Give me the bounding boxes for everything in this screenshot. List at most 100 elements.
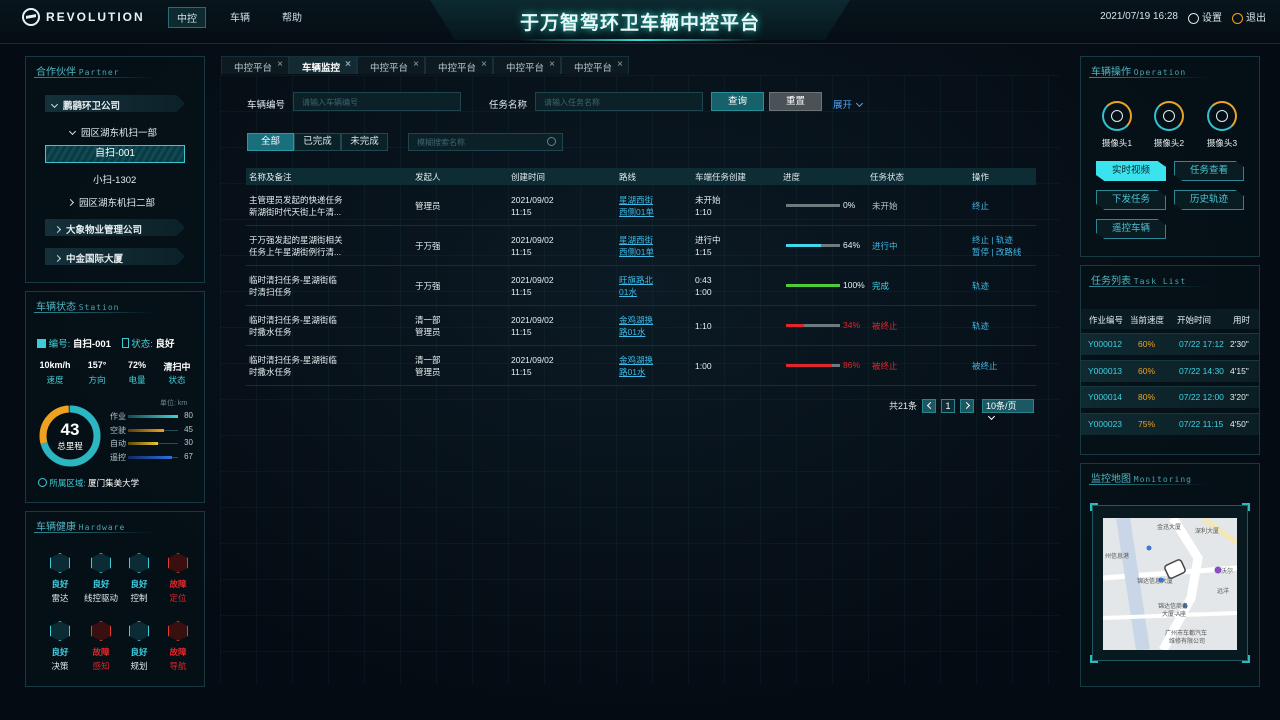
logout-label: 退出 — [1246, 13, 1266, 24]
page-size-select[interactable]: 10条/页 — [982, 399, 1034, 421]
cell-create-line: 进行中 — [695, 235, 721, 245]
close-icon[interactable]: × — [277, 59, 283, 70]
task-view-button[interactable]: 任务查看 — [1174, 161, 1244, 181]
tree-node-dept1[interactable]: 园区湖东机扫一部 — [68, 125, 157, 139]
close-icon[interactable]: × — [413, 59, 419, 70]
camera-1-button[interactable] — [1102, 101, 1132, 131]
filter-all[interactable]: 全部 — [247, 133, 294, 151]
route-link-line[interactable]: 路01水 — [619, 366, 653, 378]
filter-undone[interactable]: 未完成 — [341, 133, 388, 151]
route-link-line[interactable]: 星湖西街 — [619, 234, 654, 246]
tree-node-selected[interactable]: 自扫-001 — [45, 145, 185, 163]
camera-2-button[interactable] — [1154, 101, 1184, 131]
tasklist-row[interactable]: Y000012 60% 07/22 17:12 2'30" — [1081, 333, 1259, 355]
action-link[interactable]: 终止 — [972, 200, 989, 212]
close-icon[interactable]: × — [481, 59, 487, 70]
cell-name: 临时清扫任务-星湖街临 时清扫任务 — [249, 274, 337, 298]
tab-control-1[interactable]: 中控平台 × — [221, 56, 289, 74]
search-icon[interactable] — [547, 137, 556, 146]
action-link[interactable]: 被终止 — [972, 360, 998, 372]
route-link-line[interactable]: 金鸡湖换 — [619, 354, 653, 366]
hardware-name: 定位 — [169, 593, 187, 603]
tasklist-row[interactable]: Y000023 75% 07/22 11:15 4'50" — [1081, 412, 1259, 435]
action-link[interactable]: 轨迹 — [972, 280, 989, 292]
cell-time-line: 2021/09/02 — [511, 235, 554, 245]
route-link[interactable]: 星湖西街 西侧01单 — [619, 234, 654, 258]
reset-button[interactable]: 重置 — [769, 92, 822, 111]
route-link-line[interactable]: 星湖西街 — [619, 194, 654, 206]
cell-time-line: 11:15 — [511, 207, 532, 217]
prev-page-button[interactable] — [922, 399, 936, 413]
tab-control-4[interactable]: 中控平台 × — [493, 56, 561, 74]
route-link-line[interactable]: 01水 — [619, 286, 653, 298]
settings-button[interactable]: 设置 — [1188, 9, 1222, 24]
tab-control-2[interactable]: 中控平台 × — [357, 56, 425, 74]
route-link[interactable]: 星湖西街 西侧01单 — [619, 194, 654, 218]
task-input[interactable]: 请输入任务名称 — [535, 92, 703, 111]
map-label: 维修有限公司 — [1169, 639, 1206, 645]
tasklist-row[interactable]: Y000014 80% 07/22 12:00 3'20" — [1081, 386, 1259, 408]
action-link[interactable]: 暂停 | 改路线 — [972, 246, 1021, 258]
logout-button[interactable]: 退出 — [1232, 9, 1266, 24]
tab-vehicle-monitor[interactable]: 车辆监控 × — [289, 56, 357, 74]
tree-node-dept2[interactable]: 园区湖东机扫二部 — [66, 195, 156, 209]
action-link[interactable]: 轨迹 — [972, 320, 989, 332]
camera-3-button[interactable] — [1207, 101, 1237, 131]
vehicle-input[interactable]: 请输入车辆编号 — [293, 92, 461, 111]
close-icon[interactable]: × — [549, 59, 555, 70]
title-banner: 于万智驾环卫车辆中控平台 — [430, 0, 850, 44]
task-speed: 75% — [1138, 418, 1156, 429]
progress-bar — [786, 204, 840, 207]
query-button[interactable]: 查询 — [711, 92, 764, 111]
tree-node-xiaosao[interactable]: 小扫-1302 — [93, 172, 136, 186]
station-panel: 车辆状态 Station — [25, 291, 205, 503]
action-link[interactable]: 终止 | 轨迹 — [972, 234, 1021, 246]
cell-owner-line: 清一部 — [415, 315, 441, 325]
tl-col-speed: 当前速度 — [1130, 315, 1165, 325]
route-link-line[interactable]: 西侧01单 — [619, 206, 654, 218]
progress-fill — [786, 324, 805, 327]
nav-control[interactable]: 中控 — [168, 7, 206, 28]
task-id: Y000012 — [1088, 339, 1123, 349]
dispatch-task-button[interactable]: 下发任务 — [1096, 190, 1166, 210]
route-link-line[interactable]: 金鸡湖换 — [619, 314, 653, 326]
search-input[interactable]: 模糊搜索名称 — [408, 133, 563, 151]
legend-value: 45 — [184, 425, 193, 434]
filter-done[interactable]: 已完成 — [294, 133, 341, 151]
live-video-button[interactable]: 实时视频 — [1096, 161, 1166, 181]
task-label: 任务名称 — [489, 100, 528, 111]
close-icon[interactable]: × — [617, 59, 623, 70]
map-label: 州信息港 — [1105, 554, 1130, 560]
tab-control-3[interactable]: 中控平台 × — [425, 56, 493, 74]
total-mileage: 43 — [60, 420, 80, 439]
tab-control-5[interactable]: 中控平台 × — [561, 56, 629, 74]
nav-vehicle[interactable]: 车辆 — [222, 7, 258, 28]
route-link[interactable]: 金鸡湖换 路01水 — [619, 314, 653, 338]
divider — [1089, 77, 1209, 78]
remote-control-button[interactable]: 遥控车辆 — [1096, 219, 1166, 239]
row-actions: 终止 | 轨迹 暂停 | 改路线 — [972, 234, 1021, 258]
route-link-line[interactable]: 旺旗路北 — [619, 274, 653, 286]
tree-label: 园区湖东机扫二部 — [79, 198, 156, 209]
page-number[interactable]: 1 — [941, 399, 955, 413]
tasklist-row[interactable]: Y000013 60% 07/22 14:30 4'15" — [1081, 359, 1259, 382]
tree-node-daxiang[interactable]: 大象物业管理公司 — [53, 222, 142, 236]
route-link[interactable]: 金鸡湖换 路01水 — [619, 354, 653, 378]
tree-node-pengyao[interactable]: 鹏鹞环卫公司 — [50, 98, 120, 112]
expand-button[interactable]: 展开 — [833, 97, 868, 111]
route-link-line[interactable]: 路01水 — [619, 326, 653, 338]
task-start: 07/22 11:15 — [1179, 418, 1224, 429]
route-link[interactable]: 旺旗路北 01水 — [619, 274, 653, 298]
monitoring-map[interactable]: 金迅大厦 深利大厦 州信息港 沃尔 锦达信息大厦 远洋 锦达信商务 大厦-A座 … — [1103, 518, 1237, 650]
panel-title: 任务列表 Task List — [1091, 272, 1186, 287]
history-track-button[interactable]: 历史轨迹 — [1174, 190, 1244, 210]
divider — [34, 312, 154, 313]
legend-label: 遥控 — [110, 453, 126, 462]
direction-label: 方向 — [88, 375, 106, 385]
camera-icon — [1163, 110, 1175, 122]
nav-help[interactable]: 帮助 — [274, 7, 310, 28]
next-page-button[interactable] — [960, 399, 974, 413]
route-link-line[interactable]: 西侧01单 — [619, 246, 654, 258]
close-icon[interactable]: × — [345, 59, 351, 70]
tree-node-zhongjin[interactable]: 中金国际大厦 — [53, 251, 123, 265]
